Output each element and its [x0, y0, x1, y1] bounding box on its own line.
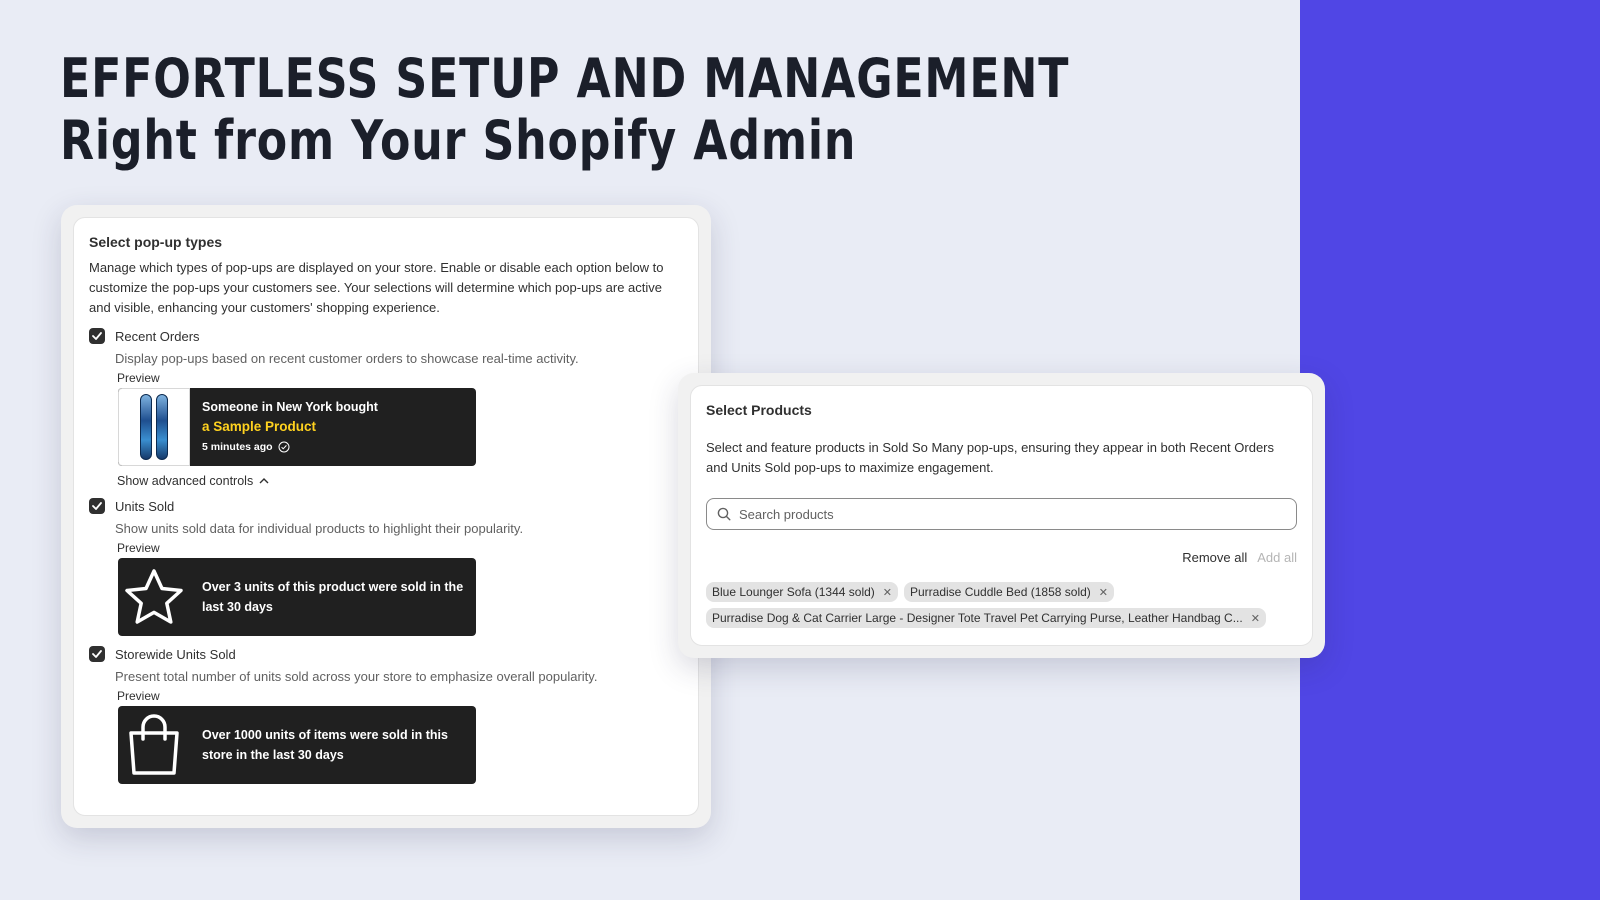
popup-line: Over 3 units of this product were sold i… — [202, 580, 464, 594]
accent-panel — [1300, 0, 1600, 900]
check-icon — [92, 650, 102, 658]
preview-label: Preview — [117, 371, 160, 385]
add-all-button[interactable]: Add all — [1257, 550, 1297, 565]
chevron-up-icon — [259, 478, 269, 484]
product-tag-label: Purradise Dog & Cat Carrier Large - Desi… — [712, 611, 1243, 625]
products-frame: Select Products Select and feature produ… — [678, 373, 1325, 658]
close-icon[interactable]: ✕ — [1251, 612, 1260, 625]
product-tag: Blue Lounger Sofa (1344 sold) ✕ — [706, 582, 898, 602]
product-tag-label: Purradise Cuddle Bed (1858 sold) — [910, 585, 1091, 599]
popup-time: 5 minutes ago — [202, 441, 273, 453]
units-sold-preview: Over 3 units of this product were sold i… — [118, 558, 476, 636]
preview-label: Preview — [117, 689, 160, 703]
product-tag: Purradise Dog & Cat Carrier Large - Desi… — [706, 608, 1266, 628]
search-field[interactable] — [706, 498, 1297, 530]
close-icon[interactable]: ✕ — [883, 586, 892, 599]
hero-subtitle: Right from Your Shopify Admin — [60, 109, 857, 172]
popup-line: Someone in New York bought — [202, 400, 378, 414]
advanced-controls-label: Show advanced controls — [117, 474, 254, 488]
units-sold-checkbox[interactable] — [89, 498, 105, 514]
storewide-units-sold-preview: Over 1000 units of items were sold in th… — [118, 706, 476, 784]
search-input[interactable] — [739, 506, 1286, 522]
card-title: Select pop-up types — [89, 234, 223, 250]
card-description: Select and feature products in Sold So M… — [706, 440, 1275, 475]
option-storewide-units-sold[interactable]: Storewide Units Sold — [89, 644, 683, 664]
preview-label: Preview — [117, 541, 160, 555]
check-circle-icon — [278, 441, 290, 453]
hero-heading: EFFORTLESS SETUP AND MANAGEMENT Right fr… — [60, 48, 1291, 172]
close-icon[interactable]: ✕ — [1099, 586, 1108, 599]
hero-title: EFFORTLESS SETUP AND MANAGEMENT — [60, 47, 1070, 110]
popup-product: a Sample Product — [202, 419, 317, 434]
recent-orders-preview: Someone in New York bought a Sample Prod… — [118, 388, 476, 466]
check-icon — [92, 332, 102, 340]
popup-line: Over 1000 units of items were sold in th… — [202, 728, 448, 742]
popup-types-card: Select pop-up types Manage which types o… — [73, 217, 699, 816]
card-title: Select Products — [706, 402, 812, 418]
recent-orders-checkbox[interactable] — [89, 328, 105, 344]
option-description: Display pop-ups based on recent customer… — [115, 351, 579, 366]
option-label: Storewide Units Sold — [115, 646, 236, 662]
products-card: Select Products Select and feature produ… — [690, 385, 1313, 646]
popup-line: last 30 days — [202, 600, 273, 614]
star-icon — [125, 569, 183, 624]
search-icon — [717, 507, 731, 521]
option-description: Present total number of units sold acros… — [115, 669, 598, 684]
snowboard-image — [118, 388, 190, 466]
advanced-controls-toggle[interactable]: Show advanced controls — [117, 474, 683, 488]
check-icon — [92, 502, 102, 510]
popup-line: store in the last 30 days — [202, 748, 344, 762]
storewide-units-sold-checkbox[interactable] — [89, 646, 105, 662]
selected-products: Blue Lounger Sofa (1344 sold) ✕ Purradis… — [706, 582, 1297, 628]
popup-types-frame: Select pop-up types Manage which types o… — [61, 205, 711, 828]
shopping-bag-icon — [129, 714, 179, 775]
remove-all-button[interactable]: Remove all — [1182, 550, 1247, 565]
option-units-sold[interactable]: Units Sold — [89, 496, 683, 516]
option-description: Show units sold data for individual prod… — [115, 521, 524, 536]
option-label: Units Sold — [115, 498, 175, 514]
product-tag-label: Blue Lounger Sofa (1344 sold) — [712, 585, 875, 599]
card-description: Manage which types of pop-ups are displa… — [89, 260, 664, 315]
option-label: Recent Orders — [115, 328, 200, 344]
product-tag: Purradise Cuddle Bed (1858 sold) ✕ — [904, 582, 1114, 602]
option-recent-orders[interactable]: Recent Orders — [89, 326, 683, 346]
